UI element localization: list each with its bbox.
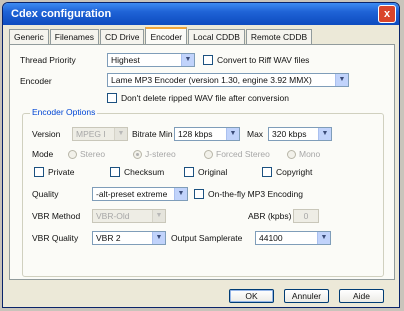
chevron-down-icon: ▼ <box>318 128 331 140</box>
mode-mono-radio[interactable] <box>287 150 296 159</box>
vbr-quality-select[interactable]: VBR 2 ▼ <box>92 231 166 245</box>
abr-input[interactable]: 0 <box>293 209 319 223</box>
bitrate-min-label: Bitrate Min <box>132 129 173 139</box>
cancel-button[interactable]: Annuler <box>284 289 329 303</box>
bitrate-min-select[interactable]: 128 kbps ▼ <box>174 127 240 141</box>
vbr-method-select[interactable]: VBR-Old ▼ <box>92 209 166 223</box>
tab-strip: Generic Filenames CD Drive Encoder Local… <box>9 27 313 44</box>
original-checkbox[interactable] <box>184 167 194 177</box>
window-title: Cdex configuration <box>11 8 112 20</box>
vbr-method-label: VBR Method <box>32 211 81 221</box>
tab-cd-drive[interactable]: CD Drive <box>99 29 145 44</box>
private-label: Private <box>48 167 75 177</box>
encoder-panel: Thread Priority Highest ▼ Convert to Rif… <box>9 44 395 280</box>
checksum-label: Checksum <box>124 167 165 177</box>
output-samplerate-select[interactable]: 44100 ▼ <box>255 231 331 245</box>
mode-forced-stereo-radio[interactable] <box>204 150 213 159</box>
thread-priority-label: Thread Priority <box>20 55 76 65</box>
on-the-fly-checkbox[interactable] <box>194 189 204 199</box>
abr-label: ABR (kpbs) <box>248 211 292 221</box>
encoder-label: Encoder <box>20 76 52 86</box>
tab-generic[interactable]: Generic <box>9 29 49 44</box>
copyright-label: Copyright <box>276 167 313 177</box>
chevron-down-icon: ▼ <box>152 232 165 244</box>
vbr-quality-label: VBR Quality <box>32 233 79 243</box>
mode-jstereo-label: J-stereo <box>145 149 176 159</box>
tab-local-cddb[interactable]: Local CDDB <box>188 29 245 44</box>
convert-riff-checkbox[interactable] <box>203 55 213 65</box>
close-icon[interactable]: x <box>378 5 396 23</box>
dont-delete-label: Don't delete ripped WAV file after conve… <box>121 93 289 103</box>
output-samplerate-label: Output Samplerate <box>171 233 243 243</box>
mode-jstereo-radio[interactable] <box>133 150 142 159</box>
chevron-down-icon: ▼ <box>152 210 165 222</box>
config-dialog: Cdex configuration x Generic Filenames C… <box>2 2 400 308</box>
dont-delete-checkbox[interactable] <box>107 93 117 103</box>
original-label: Original <box>198 167 228 177</box>
private-checkbox[interactable] <box>34 167 44 177</box>
title-bar: Cdex configuration <box>3 3 399 25</box>
chevron-down-icon: ▼ <box>114 128 127 140</box>
quality-select[interactable]: -alt-preset extreme ▼ <box>92 187 188 201</box>
bitrate-max-select[interactable]: 320 kbps ▼ <box>268 127 332 141</box>
version-select[interactable]: MPEG I ▼ <box>72 127 128 141</box>
chevron-down-icon: ▼ <box>226 128 239 140</box>
mode-mono-label: Mono <box>299 149 321 159</box>
tab-filenames[interactable]: Filenames <box>49 29 99 44</box>
mode-label: Mode <box>32 149 54 159</box>
encoder-options-title: Encoder Options <box>30 107 98 117</box>
copyright-checkbox[interactable] <box>262 167 272 177</box>
help-button[interactable]: Aide <box>339 289 384 303</box>
bitrate-max-label: Max <box>247 129 264 139</box>
quality-label: Quality <box>32 189 59 199</box>
tab-remote-cddb[interactable]: Remote CDDB <box>245 29 313 44</box>
chevron-down-icon: ▼ <box>335 74 348 86</box>
chevron-down-icon: ▼ <box>317 232 330 244</box>
mode-stereo-radio[interactable] <box>68 150 77 159</box>
convert-riff-label: Convert to Riff WAV files <box>217 55 310 65</box>
mode-stereo-label: Stereo <box>80 149 106 159</box>
checksum-checkbox[interactable] <box>110 167 120 177</box>
version-label: Version <box>32 129 61 139</box>
on-the-fly-label: On-the-fly MP3 Encoding <box>208 189 303 199</box>
chevron-down-icon: ▼ <box>174 188 187 200</box>
chevron-down-icon: ▼ <box>181 54 194 66</box>
ok-button[interactable]: OK <box>229 289 274 303</box>
thread-priority-select[interactable]: Highest ▼ <box>107 53 195 67</box>
encoder-select[interactable]: Lame MP3 Encoder (version 1.30, engine 3… <box>107 73 349 87</box>
mode-forced-stereo-label: Forced Stereo <box>216 149 270 159</box>
tab-encoder[interactable]: Encoder <box>145 27 188 44</box>
